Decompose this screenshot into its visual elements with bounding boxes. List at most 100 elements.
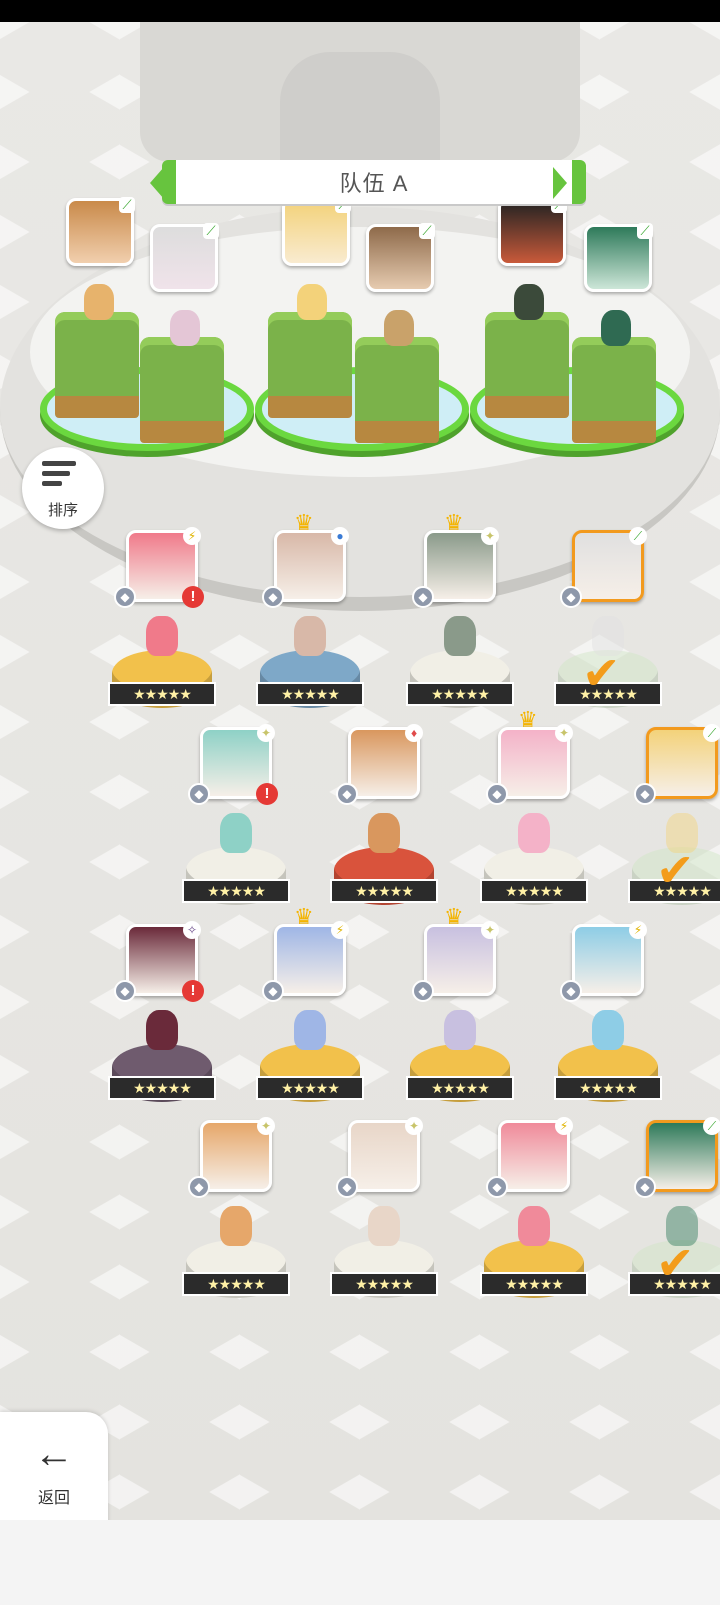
equipment-icon: ◆	[114, 586, 136, 608]
roster-hero-card[interactable]: ⟋ ◆ ★★★★★ ✔	[628, 724, 720, 927]
roster-hero-card[interactable]: ✦ ◆! ★★★★★	[182, 724, 296, 927]
hero-chibi	[518, 1206, 550, 1246]
equipment-icon: ◆	[412, 980, 434, 1002]
hero-portrait[interactable]: ●	[274, 527, 349, 602]
team-block-4[interactable]	[355, 337, 439, 443]
hero-portrait[interactable]: ✦	[348, 1117, 423, 1192]
equipment-icon: ◆	[114, 980, 136, 1002]
star-rating: ★★★★★	[256, 1076, 364, 1100]
hero-chibi	[518, 813, 550, 853]
dark-element-icon: ✧	[183, 921, 201, 939]
hero-chibi	[220, 813, 252, 853]
team-title-bar[interactable]: 队伍 A	[162, 160, 586, 204]
light-element-icon: ✦	[481, 921, 499, 939]
hero-portrait[interactable]: ⟋	[572, 527, 647, 602]
team-portrait-5[interactable]: ⟋	[498, 197, 567, 266]
team-chibi-1	[84, 284, 114, 320]
star-rating: ★★★★★	[480, 879, 588, 903]
hero-portrait[interactable]: ✦	[498, 724, 573, 799]
equipment-icon: ◆	[336, 1176, 358, 1198]
hero-chibi	[146, 616, 178, 656]
hero-chibi	[444, 1010, 476, 1050]
hero-portrait[interactable]: ⚡	[498, 1117, 573, 1192]
roster-hero-card[interactable]: ♛ ⚡ ◆ ★★★★★	[256, 904, 370, 1124]
roster-hero-card[interactable]: ⟋ ◆ ★★★★★ ✔	[628, 1117, 720, 1320]
water-element-icon: ●	[331, 527, 349, 545]
leaf-icon: ⟋	[119, 197, 135, 213]
sort-label: 排序	[47, 502, 78, 519]
team-portrait-4[interactable]: ⟋	[366, 223, 435, 292]
equipment-icon: ◆	[634, 783, 656, 805]
roster-hero-card[interactable]: ✦ ◆ ★★★★★	[182, 1117, 296, 1320]
roster-hero-card[interactable]: ♦ ◆ ★★★★★	[330, 724, 444, 927]
team-portrait-3[interactable]: ⟋	[282, 197, 351, 266]
team-block-3[interactable]	[268, 312, 352, 418]
team-portrait-1[interactable]: ⟋	[66, 197, 135, 266]
game-scene: ⟋ ⟋ ⟋ ⟋ ⟋ ⟋ 队伍 A 排序 ⚡ ◆! ★★★★★ ♛ ● ◆ ★★★★★ ♛ ✦ ◆ ★…	[0, 22, 720, 1520]
roster-hero-card[interactable]: ♛ ✦ ◆ ★★★★★	[480, 707, 594, 927]
team-portrait-2[interactable]: ⟋	[150, 223, 219, 292]
light-element-icon: ✦	[257, 724, 275, 742]
light-element-icon: ✦	[481, 527, 499, 545]
light-element-icon: ✦	[405, 1117, 423, 1135]
roster-hero-card[interactable]: ♛ ✦ ◆ ★★★★★	[406, 510, 520, 730]
team-title: 队伍 A	[339, 171, 409, 196]
hero-chibi	[368, 813, 400, 853]
team-block-2[interactable]	[140, 337, 224, 443]
roster-hero-card[interactable]: ♛ ✦ ◆ ★★★★★	[406, 904, 520, 1124]
alert-icon: !	[182, 980, 204, 1002]
team-portrait-6[interactable]: ⟋	[584, 223, 653, 292]
sort-lines-icon	[42, 461, 82, 491]
roster-hero-card[interactable]: ♛ ● ◆ ★★★★★	[256, 510, 370, 730]
star-rating: ★★★★★	[330, 1272, 438, 1296]
hero-chibi	[368, 1206, 400, 1246]
roster-hero-card[interactable]: ⟋ ◆ ★★★★★ ✔	[554, 527, 668, 730]
hero-chibi	[146, 1010, 178, 1050]
check-icon: ✔	[656, 844, 695, 896]
status-bar	[0, 0, 720, 22]
hero-chibi	[592, 1010, 624, 1050]
hero-chibi	[220, 1206, 252, 1246]
hero-portrait[interactable]: ✦	[200, 1117, 275, 1192]
roster-hero-card[interactable]: ⚡ ◆ ★★★★★	[480, 1117, 594, 1320]
check-icon: ✔	[656, 1237, 695, 1289]
equipment-icon: ◆	[486, 1176, 508, 1198]
lightning-element-icon: ⚡	[629, 921, 647, 939]
star-rating: ★★★★★	[554, 1076, 662, 1100]
next-team-chevron-icon[interactable]	[553, 167, 567, 199]
leaf-icon: ⟋	[637, 223, 653, 239]
equipment-icon: ◆	[262, 586, 284, 608]
star-rating: ★★★★★	[256, 682, 364, 706]
equipment-icon: ◆	[188, 783, 210, 805]
team-block-5[interactable]	[485, 312, 569, 418]
hero-portrait[interactable]: ✦	[424, 921, 499, 996]
fire-element-icon: ♦	[405, 724, 423, 742]
hero-portrait[interactable]: ⚡	[572, 921, 647, 996]
leaf-icon: ⟋	[203, 223, 219, 239]
light-element-icon: ✦	[555, 724, 573, 742]
star-rating: ★★★★★	[406, 1076, 514, 1100]
roster-hero-card[interactable]: ⚡ ◆! ★★★★★	[108, 527, 222, 730]
team-block-1[interactable]	[55, 312, 139, 418]
hero-portrait[interactable]: ♦	[348, 724, 423, 799]
hero-portrait[interactable]: ⟋	[646, 724, 720, 799]
roster-hero-card[interactable]: ✧ ◆! ★★★★★	[108, 921, 222, 1124]
sort-button[interactable]: 排序	[22, 447, 104, 529]
roster-hero-card[interactable]: ⚡ ◆ ★★★★★	[554, 921, 668, 1124]
team-block-6[interactable]	[572, 337, 656, 443]
leaf-element-icon: ⟋	[703, 1117, 720, 1135]
alert-icon: !	[182, 586, 204, 608]
equipment-icon: ◆	[262, 980, 284, 1002]
leaf-element-icon: ⟋	[703, 724, 720, 742]
star-rating: ★★★★★	[330, 879, 438, 903]
hero-portrait[interactable]: ⚡	[274, 921, 349, 996]
lightning-element-icon: ⚡	[555, 1117, 573, 1135]
back-button[interactable]: ← 返回	[0, 1412, 108, 1520]
hero-portrait[interactable]: ⟋	[646, 1117, 720, 1192]
equipment-icon: ◆	[560, 980, 582, 1002]
roster-hero-card[interactable]: ✦ ◆ ★★★★★	[330, 1117, 444, 1320]
team-chibi-2	[170, 310, 200, 346]
equipment-icon: ◆	[486, 783, 508, 805]
hero-portrait[interactable]: ✦	[424, 527, 499, 602]
leaf-icon: ⟋	[419, 223, 435, 239]
